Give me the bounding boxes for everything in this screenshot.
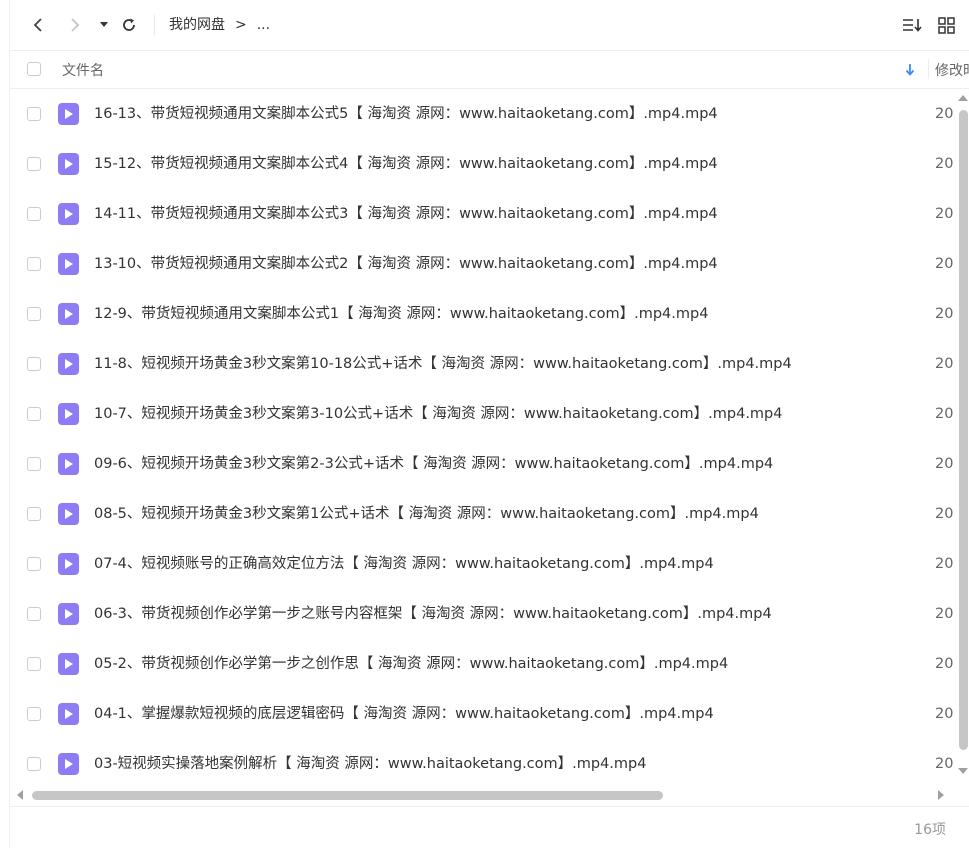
item-count: 16项 — [914, 822, 946, 838]
scroll-right-icon — [938, 790, 944, 800]
status-bar: 16项 — [10, 806, 969, 849]
row-checkbox[interactable] — [27, 257, 41, 271]
file-modified-date: 20 — [935, 706, 954, 722]
file-modified-date: 20 — [935, 506, 954, 522]
row-checkbox[interactable] — [27, 557, 41, 571]
row-checkbox[interactable] — [27, 457, 41, 471]
video-file-icon — [58, 653, 79, 675]
scroll-left-icon — [17, 790, 23, 800]
row-checkbox[interactable] — [27, 607, 41, 621]
file-modified-date: 20 — [935, 206, 954, 222]
file-row[interactable]: 08-5、短视频开场黄金3秒文案第1公式+话术【 海淘资 源网：www.hait… — [10, 489, 954, 539]
video-file-icon — [58, 203, 79, 225]
file-row[interactable]: 12-9、带货短视频通用文案脚本公式1【 海淘资 源网：www.haitaoke… — [10, 289, 954, 339]
breadcrumb-separator: > — [235, 17, 247, 33]
column-divider — [928, 59, 929, 79]
column-header-modified[interactable]: 修改时间 — [935, 60, 969, 80]
file-row[interactable]: 15-12、带货短视频通用文案脚本公式4【 海淘资 源网：www.haitaok… — [10, 139, 954, 189]
scroll-up-icon — [958, 95, 968, 101]
file-name[interactable]: 14-11、带货短视频通用文案脚本公式3【 海淘资 源网：www.haitaok… — [94, 204, 718, 224]
file-modified-date: 20 — [935, 656, 954, 672]
file-name[interactable]: 15-12、带货短视频通用文案脚本公式4【 海淘资 源网：www.haitaok… — [94, 154, 718, 174]
video-file-icon — [58, 403, 79, 425]
file-row[interactable]: 07-4、短视频账号的正确高效定位方法【 海淘资 源网：www.haitaoke… — [10, 539, 954, 589]
row-checkbox[interactable] — [27, 357, 41, 371]
row-checkbox[interactable] — [27, 507, 41, 521]
scroll-down-icon — [958, 768, 968, 774]
file-name[interactable]: 07-4、短视频账号的正确高效定位方法【 海淘资 源网：www.haitaoke… — [94, 554, 714, 574]
forward-icon[interactable] — [65, 13, 85, 37]
sort-desc-icon[interactable] — [905, 62, 915, 81]
file-row[interactable]: 11-8、短视频开场黄金3秒文案第10-18公式+话术【 海淘资 源网：www.… — [10, 339, 954, 389]
row-checkbox[interactable] — [27, 157, 41, 171]
file-modified-date: 20 — [935, 406, 954, 422]
video-file-icon — [58, 503, 79, 525]
file-modified-date: 20 — [935, 356, 954, 372]
file-modified-date: 20 — [935, 756, 954, 772]
file-modified-date: 20 — [935, 256, 954, 272]
file-name[interactable]: 05-2、带货视频创作必学第一步之创作思【 海淘资 源网：www.haitaok… — [94, 654, 728, 674]
file-name[interactable]: 08-5、短视频开场黄金3秒文案第1公式+话术【 海淘资 源网：www.hait… — [94, 504, 759, 524]
row-checkbox[interactable] — [27, 757, 41, 771]
row-checkbox[interactable] — [27, 657, 41, 671]
file-name[interactable]: 09-6、短视频开场黄金3秒文案第2-3公式+话术【 海淘资 源网：www.ha… — [94, 454, 773, 474]
file-browser-window: 我的网盘 > ... 文件名 修改时间 16-13、带货短视频通用文案脚本公式5… — [9, 0, 969, 848]
file-name[interactable]: 13-10、带货短视频通用文案脚本公式2【 海淘资 源网：www.haitaok… — [94, 254, 718, 274]
file-modified-date: 20 — [935, 606, 954, 622]
back-icon[interactable] — [28, 13, 48, 37]
column-header-name[interactable]: 文件名 — [62, 60, 104, 80]
file-name[interactable]: 16-13、带货短视频通用文案脚本公式5【 海淘资 源网：www.haitaok… — [94, 104, 718, 124]
dropdown-icon[interactable] — [98, 13, 110, 37]
video-file-icon — [58, 603, 79, 625]
vertical-scroll-thumb[interactable] — [959, 110, 968, 750]
video-file-icon — [58, 103, 79, 125]
video-file-icon — [58, 703, 79, 725]
video-file-icon — [58, 553, 79, 575]
file-modified-date: 20 — [935, 456, 954, 472]
file-modified-date: 20 — [935, 106, 954, 122]
file-modified-date: 20 — [935, 556, 954, 572]
breadcrumb: 我的网盘 > ... — [169, 16, 270, 34]
sort-icon[interactable] — [901, 13, 923, 37]
file-row[interactable]: 16-13、带货短视频通用文案脚本公式5【 海淘资 源网：www.haitaok… — [10, 89, 954, 139]
horizontal-scrollbar[interactable] — [10, 786, 954, 804]
file-row[interactable]: 09-6、短视频开场黄金3秒文案第2-3公式+话术【 海淘资 源网：www.ha… — [10, 439, 954, 489]
file-name[interactable]: 06-3、带货视频创作必学第一步之账号内容框架【 海淘资 源网：www.hait… — [94, 604, 772, 624]
select-all-checkbox[interactable] — [27, 62, 41, 76]
file-row[interactable]: 13-10、带货短视频通用文案脚本公式2【 海淘资 源网：www.haitaok… — [10, 239, 954, 289]
file-name[interactable]: 10-7、短视频开场黄金3秒文案第3-10公式+话术【 海淘资 源网：www.h… — [94, 404, 782, 424]
toolbar-divider — [154, 15, 155, 35]
list-header: 文件名 修改时间 — [10, 50, 969, 89]
video-file-icon — [58, 453, 79, 475]
grid-view-icon[interactable] — [935, 13, 957, 37]
file-row[interactable]: 04-1、掌握爆款短视频的底层逻辑密码【 海淘资 源网：www.haitaoke… — [10, 689, 954, 739]
horizontal-scroll-thumb[interactable] — [32, 791, 663, 800]
file-row[interactable]: 10-7、短视频开场黄金3秒文案第3-10公式+话术【 海淘资 源网：www.h… — [10, 389, 954, 439]
video-file-icon — [58, 753, 79, 775]
file-row[interactable]: 06-3、带货视频创作必学第一步之账号内容框架【 海淘资 源网：www.hait… — [10, 589, 954, 639]
video-file-icon — [58, 253, 79, 275]
breadcrumb-root[interactable]: 我的网盘 — [169, 16, 225, 34]
row-checkbox[interactable] — [27, 707, 41, 721]
video-file-icon — [58, 303, 79, 325]
row-checkbox[interactable] — [27, 407, 41, 421]
refresh-icon[interactable] — [118, 13, 140, 37]
file-row[interactable]: 05-2、带货视频创作必学第一步之创作思【 海淘资 源网：www.haitaok… — [10, 639, 954, 689]
file-name[interactable]: 12-9、带货短视频通用文案脚本公式1【 海淘资 源网：www.haitaoke… — [94, 304, 708, 324]
file-row[interactable]: 03-短视频实操落地案例解析【 海淘资 源网：www.haitaoketang.… — [10, 739, 954, 789]
vertical-scrollbar[interactable] — [955, 92, 969, 776]
breadcrumb-more[interactable]: ... — [257, 16, 270, 34]
file-name[interactable]: 03-短视频实操落地案例解析【 海淘资 源网：www.haitaoketang.… — [94, 754, 646, 774]
file-modified-date: 20 — [935, 306, 954, 322]
row-checkbox[interactable] — [27, 107, 41, 121]
file-modified-date: 20 — [935, 156, 954, 172]
row-checkbox[interactable] — [27, 307, 41, 321]
video-file-icon — [58, 153, 79, 175]
toolbar: 我的网盘 > ... — [10, 0, 969, 51]
file-row[interactable]: 14-11、带货短视频通用文案脚本公式3【 海淘资 源网：www.haitaok… — [10, 189, 954, 239]
file-name[interactable]: 11-8、短视频开场黄金3秒文案第10-18公式+话术【 海淘资 源网：www.… — [94, 354, 792, 374]
row-checkbox[interactable] — [27, 207, 41, 221]
file-name[interactable]: 04-1、掌握爆款短视频的底层逻辑密码【 海淘资 源网：www.haitaoke… — [94, 704, 714, 724]
video-file-icon — [58, 353, 79, 375]
